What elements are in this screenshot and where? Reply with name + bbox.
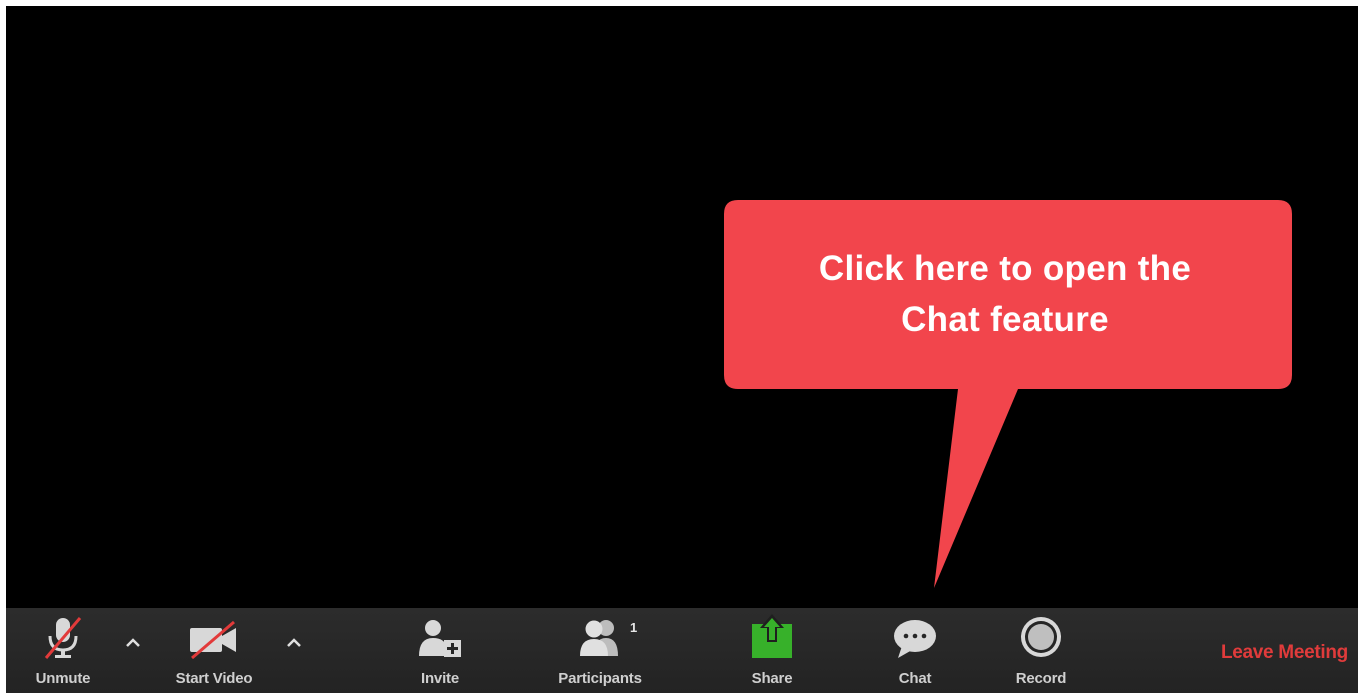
share-label: Share	[751, 670, 793, 687]
participants-count: 1	[630, 620, 638, 635]
participants-label: Participants	[558, 670, 642, 687]
chat-button[interactable]: Chat	[880, 608, 950, 693]
unmute-button[interactable]: Unmute	[20, 608, 106, 693]
record-button[interactable]: Record	[1001, 608, 1081, 693]
invite-button[interactable]: Invite	[400, 608, 480, 693]
meeting-toolbar: Unmute Start Video Invite Participants 1…	[6, 608, 1358, 693]
microphone-muted-icon	[40, 608, 86, 660]
record-icon	[1018, 608, 1064, 660]
invite-label: Invite	[421, 670, 459, 687]
video-options-caret[interactable]	[283, 632, 305, 654]
chevron-up-icon	[126, 638, 140, 647]
meeting-window: Unmute Start Video Invite Participants 1…	[6, 6, 1358, 693]
leave-meeting-button[interactable]: Leave Meeting	[1221, 642, 1348, 664]
callout-line-1: Click here to open the	[818, 249, 1192, 288]
record-label: Record	[1015, 670, 1067, 687]
invite-user-icon	[415, 608, 465, 660]
chat-label: Chat	[898, 670, 932, 687]
participants-button[interactable]: Participants	[540, 608, 660, 693]
video-off-icon	[186, 608, 242, 660]
participants-icon	[570, 608, 630, 660]
share-button[interactable]: Share	[737, 608, 807, 693]
callout-text: Click here to open the Chat feature	[724, 243, 1286, 345]
audio-options-caret[interactable]	[122, 632, 144, 654]
chevron-up-icon	[287, 638, 301, 647]
start-video-label: Start Video	[175, 670, 253, 687]
start-video-button[interactable]: Start Video	[156, 608, 272, 693]
unmute-label: Unmute	[35, 670, 91, 687]
share-screen-icon	[748, 608, 796, 660]
chat-bubble-icon	[890, 608, 940, 660]
callout-line-2: Chat feature	[901, 300, 1109, 339]
